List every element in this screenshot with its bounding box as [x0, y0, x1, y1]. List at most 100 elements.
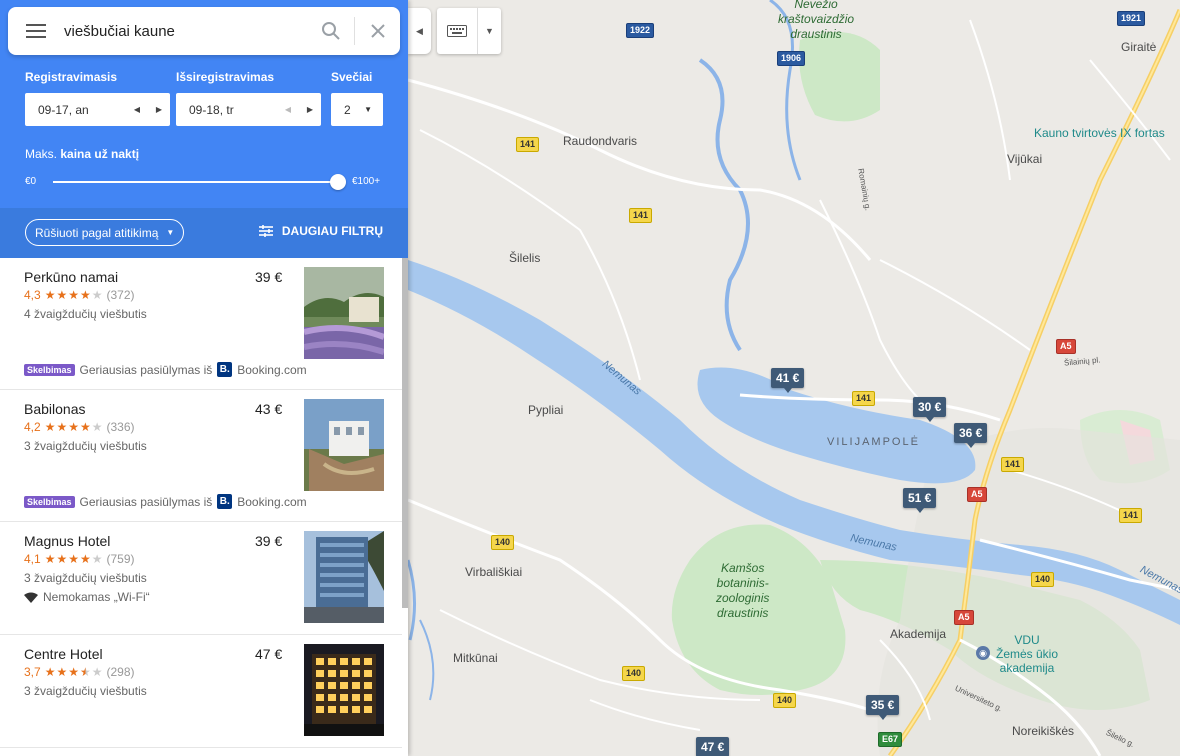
checkin-date-value: 09-17, an	[38, 102, 89, 117]
ad-line: Skelbimas Geriausias pasiūlymas iš B. Bo…	[24, 362, 307, 377]
road-shield: 1922	[626, 23, 655, 38]
hotel-price-pin[interactable]: 41 €	[771, 368, 805, 393]
star-icon: ★	[91, 288, 103, 302]
clear-search-button[interactable]	[354, 17, 400, 45]
hotel-price-pin[interactable]: 51 €	[903, 488, 937, 513]
ad-provider[interactable]: Booking.com	[237, 363, 306, 377]
hotel-result[interactable]: Babilonas 43 € 4,2 ★ ★ ★ ★ ★ (336) 3 žvaigžd…	[0, 390, 402, 522]
university-icon[interactable]: ◉	[976, 646, 990, 660]
close-icon	[370, 24, 385, 38]
road-shield: 1921	[1117, 11, 1146, 26]
road-shield: 141	[629, 208, 653, 223]
google-maps-app: Nevėžio kraštovaizdžio draustinis Raudon…	[0, 0, 1180, 756]
hotel-photo[interactable]	[304, 644, 384, 736]
checkin-label: Registravimasis	[25, 70, 118, 84]
checkin-date-picker[interactable]: 09-17, an ◀ ▶	[25, 93, 170, 126]
menu-button[interactable]	[8, 7, 64, 55]
caret-right-icon[interactable]: ▶	[299, 105, 321, 114]
hotel-price: 39 €	[255, 269, 283, 285]
road-shield: 141	[852, 391, 876, 406]
hotel-result[interactable]: Perkūno namai 39 € 4,3 ★ ★ ★ ★ ★ (372) 4 žva…	[0, 258, 402, 390]
hotel-photo[interactable]	[304, 399, 384, 491]
ad-badge: Skelbimas	[24, 495, 75, 508]
collapse-panel-button[interactable]: ◀	[408, 8, 431, 54]
hotel-name: Magnus Hotel	[24, 533, 111, 549]
place-vdu[interactable]: VDU Žemės ūkio akademija	[996, 633, 1058, 675]
keyboard-icon[interactable]	[437, 25, 477, 37]
road-shield: 141	[1001, 457, 1025, 472]
more-filters-button[interactable]: DAUGIAU FILTRŲ	[258, 224, 383, 238]
road-shield: 140	[491, 535, 515, 550]
guests-value: 2	[344, 102, 351, 117]
star-rating-icon: ★ ★ ★ ★ ★	[45, 289, 103, 301]
star-icon: ★	[79, 665, 91, 679]
hotel-photo[interactable]	[304, 267, 384, 359]
hotel-class: 3 žvaigždučių viešbutis	[24, 571, 147, 585]
ad-text: Geriausias pasiūlymas iš	[79, 362, 213, 377]
price-slider[interactable]	[53, 174, 346, 190]
chevron-down-icon: ▼	[364, 105, 372, 114]
place-virbaliskiai: Virbališkiai	[465, 565, 523, 579]
hotel-class: 4 žvaigždučių viešbutis	[24, 307, 147, 321]
guests-label: Svečiai	[331, 70, 373, 84]
road-shield: 140	[1031, 572, 1055, 587]
caret-left-icon[interactable]: ◀	[126, 105, 148, 114]
star-icon: ★	[44, 552, 56, 566]
more-filters-label: DAUGIAU FILTRŲ	[281, 224, 383, 238]
booking-logo-icon: B.	[217, 362, 233, 377]
star-icon: ★	[56, 420, 68, 434]
hotel-price-pin[interactable]: 36 €	[954, 423, 988, 448]
wifi-icon	[24, 592, 38, 603]
search-box	[8, 7, 400, 55]
hotel-price-pin[interactable]: 35 €	[866, 695, 900, 720]
caret-right-icon[interactable]: ▶	[148, 105, 170, 114]
chevron-down-icon[interactable]: ▼	[477, 8, 501, 54]
star-rating-icon: ★ ★ ★ ★ ★	[45, 553, 103, 565]
label-line: VDU	[1014, 633, 1040, 647]
place-kauno-fort[interactable]: Kauno tvirtovės IX fortas	[1034, 126, 1165, 140]
ad-line: Skelbimas Geriausias pasiūlymas iš B. Bo…	[24, 494, 307, 509]
hotel-rating: 3,7 ★ ★ ★ ★ ★ (298)	[24, 665, 135, 679]
kamsos-reserve-label: Kamšos botaninis- zoologinis draustinis	[716, 561, 769, 621]
price-slider-handle[interactable]	[330, 174, 346, 190]
caret-left-icon[interactable]: ◀	[277, 105, 299, 114]
star-icon: ★	[79, 288, 91, 302]
star-icon: ★	[79, 420, 91, 434]
star-icon: ★	[68, 420, 79, 434]
hotel-photo[interactable]	[304, 531, 384, 623]
hotel-rating: 4,2 ★ ★ ★ ★ ★ (336)	[24, 420, 135, 434]
ad-provider[interactable]: Booking.com	[237, 495, 306, 509]
side-panel: Registravimasis Išsiregistravimas Svečia…	[0, 0, 408, 756]
star-icon: ★	[56, 552, 68, 566]
road-shield: A5	[967, 487, 987, 502]
road-shield: 1906	[777, 51, 806, 66]
star-icon: ★	[44, 665, 56, 679]
label-line: Kamšos	[721, 561, 765, 575]
hotel-result[interactable]: Centre Hotel 47 € 3,7 ★ ★ ★ ★ ★ (298) 3 žvai…	[0, 635, 402, 748]
results-scrollbar[interactable]	[402, 258, 408, 608]
label-line: draustinis	[717, 606, 769, 620]
star-icon: ★	[44, 288, 56, 302]
road-shield: A5	[1056, 339, 1076, 354]
hotel-price: 43 €	[255, 401, 283, 417]
search-button[interactable]	[308, 7, 354, 55]
input-tools-control[interactable]: ▼	[437, 8, 501, 54]
label-line: Nevėžio	[794, 0, 838, 11]
checkout-date-picker[interactable]: 09-18, tr ◀ ▶	[176, 93, 321, 126]
guests-select[interactable]: 2 ▼	[331, 93, 383, 126]
star-rating-icon: ★ ★ ★ ★ ★	[45, 666, 103, 678]
hotel-result[interactable]: Magnus Hotel 39 € 4,1 ★ ★ ★ ★ ★ (759) 3 žvai…	[0, 522, 402, 635]
checkout-label: Išsiregistravimas	[176, 70, 275, 84]
hotel-price-pin[interactable]: 47 €	[696, 737, 730, 756]
chevron-down-icon: ▼	[166, 228, 175, 237]
road-shield: 140	[622, 666, 646, 681]
place-giraite: Giraitė	[1121, 40, 1157, 54]
place-vilijampole: VILIJAMPOLĖ	[827, 436, 920, 448]
search-input[interactable]	[64, 8, 308, 54]
sort-dropdown[interactable]: Rūšiuoti pagal atitikimą ▼	[25, 219, 185, 246]
hotel-name: Babilonas	[24, 401, 86, 417]
label-line: akademija	[999, 661, 1055, 675]
place-raudondvaris: Raudondvaris	[563, 134, 638, 148]
hotel-price-pin[interactable]: 30 €	[913, 397, 947, 422]
label-line: botaninis-	[716, 576, 769, 590]
